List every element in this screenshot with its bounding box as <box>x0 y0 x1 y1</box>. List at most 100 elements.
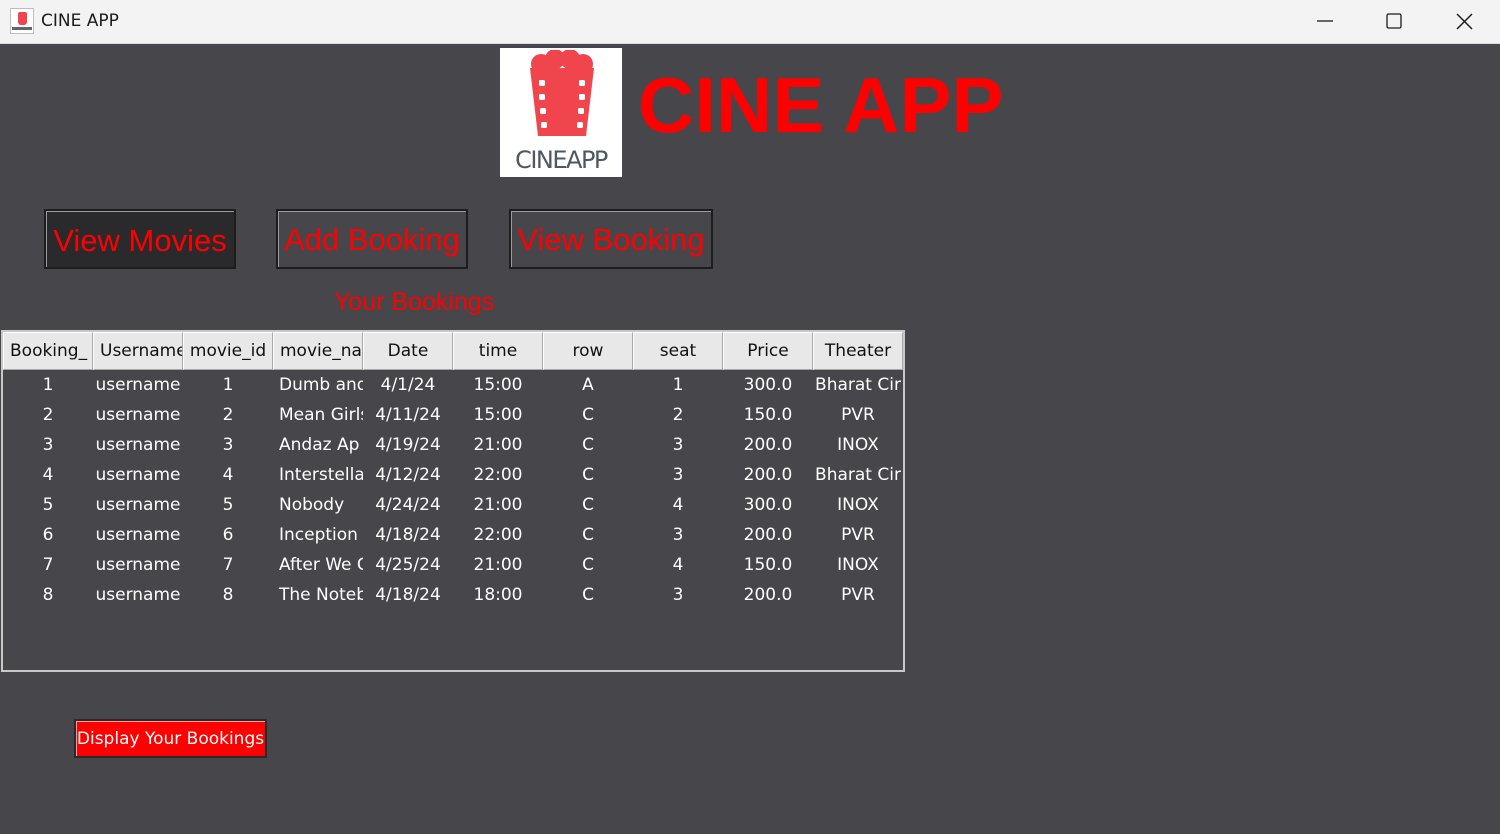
cell-price: 200.0 <box>743 585 793 605</box>
cell-username: username <box>95 525 181 545</box>
column-header-price[interactable]: Price <box>723 332 813 370</box>
cell-price: 150.0 <box>743 405 793 425</box>
close-button[interactable] <box>1430 0 1500 44</box>
cell-movie-name: Interstellar <box>279 465 363 485</box>
column-header-theater[interactable]: Theater <box>813 332 903 370</box>
add-booking-button[interactable]: Add Booking <box>276 209 468 269</box>
minimize-icon <box>1317 20 1333 22</box>
column-header-movie-id[interactable]: movie_id <box>183 332 273 370</box>
table-row[interactable]: 5 username 5 Nobody 4/24/24 21:00 C 4 300.0 INOX <box>3 490 903 520</box>
logo-text: CINEAPP <box>515 146 608 174</box>
table-row[interactable]: 6 username 6 Inception 4/18/24 22:00 C 3 200.0 PV… <box>3 520 903 550</box>
cell-seat: 3 <box>672 525 684 545</box>
cell-seat: 3 <box>672 585 684 605</box>
cell-username: username <box>95 465 181 485</box>
column-header-username[interactable]: Username <box>93 332 183 370</box>
cell-time: 22:00 <box>473 465 523 485</box>
section-title: Your Bookings <box>334 288 495 316</box>
cell-theater: PVR <box>841 525 875 545</box>
cell-movie-name: After We C <box>279 555 363 575</box>
column-header-booking-id[interactable]: Booking_ <box>3 332 93 370</box>
cell-username: username <box>95 495 181 515</box>
cell-row: C <box>582 465 594 485</box>
cell-price: 150.0 <box>743 555 793 575</box>
table-row[interactable]: 2 username 2 Mean Girls 4/11/24 15:00 C 2 150.0 P… <box>3 400 903 430</box>
cell-movie-id: 6 <box>222 525 234 545</box>
cell-time: 21:00 <box>473 555 523 575</box>
cell-booking-id: 7 <box>42 555 54 575</box>
cell-date: 4/12/24 <box>375 465 441 485</box>
cell-row: C <box>582 585 594 605</box>
maximize-button[interactable] <box>1359 0 1429 44</box>
cell-booking-id: 1 <box>42 375 54 395</box>
cell-date: 4/25/24 <box>375 555 441 575</box>
cell-booking-id: 8 <box>42 585 54 605</box>
table-body: 1 username 1 Dumb and 4/1/24 15:00 A 1 300.0 Bhar… <box>3 370 903 610</box>
cell-price: 200.0 <box>743 435 793 455</box>
cell-theater: INOX <box>837 435 879 455</box>
table-row[interactable]: 1 username 1 Dumb and 4/1/24 15:00 A 1 300.0 Bhar… <box>3 370 903 400</box>
cell-time: 15:00 <box>473 375 523 395</box>
cell-seat: 1 <box>672 375 684 395</box>
cell-movie-name: Mean Girls <box>279 405 363 425</box>
cell-movie-name: The Notebook <box>279 585 363 605</box>
cell-username: username <box>95 555 181 575</box>
cell-theater: INOX <box>837 555 879 575</box>
cell-row: C <box>582 495 594 515</box>
cell-price: 300.0 <box>743 375 793 395</box>
display-bookings-button[interactable]: Display Your Bookings <box>74 719 267 758</box>
cell-theater: INOX <box>837 495 879 515</box>
column-header-row[interactable]: row <box>543 332 633 370</box>
column-header-seat[interactable]: seat <box>633 332 723 370</box>
cell-booking-id: 6 <box>42 525 54 545</box>
cell-seat: 3 <box>672 465 684 485</box>
cell-seat: 3 <box>672 435 684 455</box>
column-header-time[interactable]: time <box>453 332 543 370</box>
cell-seat: 4 <box>672 555 684 575</box>
cell-row: C <box>582 555 594 575</box>
bookings-table[interactable]: Booking_ Username movie_id movie_na Date… <box>1 330 905 672</box>
cell-theater: Bharat Cir <box>815 375 901 395</box>
app-icon <box>10 8 34 34</box>
cell-movie-id: 5 <box>222 495 234 515</box>
cell-time: 21:00 <box>473 435 523 455</box>
cell-username: username <box>95 585 181 605</box>
table-row[interactable]: 3 username 3 Andaz Ap 4/19/24 21:00 C 3 200.0 INO… <box>3 430 903 460</box>
column-header-movie-name[interactable]: movie_na <box>273 332 363 370</box>
cell-row: C <box>582 525 594 545</box>
column-header-date[interactable]: Date <box>363 332 453 370</box>
table-row[interactable]: 4 username 4 Interstellar 4/12/24 22:00 C 3 200.… <box>3 460 903 490</box>
cell-booking-id: 4 <box>42 465 54 485</box>
cell-theater: PVR <box>841 405 875 425</box>
cell-price: 200.0 <box>743 525 793 545</box>
cell-date: 4/24/24 <box>375 495 441 515</box>
table-row[interactable]: 7 username 7 After We C 4/25/24 21:00 C 4 150.0 I… <box>3 550 903 580</box>
cell-time: 15:00 <box>473 405 523 425</box>
cell-movie-id: 2 <box>222 405 234 425</box>
view-booking-button[interactable]: View Booking <box>509 209 713 269</box>
cell-time: 22:00 <box>473 525 523 545</box>
maximize-icon <box>1386 13 1402 29</box>
cell-price: 300.0 <box>743 495 793 515</box>
window-title: CINE APP <box>41 11 119 31</box>
view-movies-button[interactable]: View Movies <box>44 209 236 269</box>
view-booking-label: View Booking <box>517 222 705 257</box>
cell-theater: PVR <box>841 585 875 605</box>
cell-date: 4/11/24 <box>375 405 441 425</box>
cell-date: 4/1/24 <box>380 375 436 395</box>
cell-row: A <box>582 375 594 395</box>
cell-movie-id: 7 <box>222 555 234 575</box>
cell-booking-id: 5 <box>42 495 54 515</box>
cell-booking-id: 3 <box>42 435 54 455</box>
view-movies-label: View Movies <box>53 223 227 258</box>
cell-username: username <box>95 405 181 425</box>
popcorn-icon <box>530 50 594 136</box>
cell-movie-name: Andaz Ap <box>279 435 360 455</box>
cell-time: 21:00 <box>473 495 523 515</box>
app-logo: CINEAPP <box>500 48 622 177</box>
table-header: Booking_ Username movie_id movie_na Date… <box>3 332 903 370</box>
cell-seat: 2 <box>672 405 684 425</box>
minimize-button[interactable] <box>1290 0 1360 44</box>
table-row[interactable]: 8 username 8 The Notebook 4/18/24 18:00 C 3 200.… <box>3 580 903 610</box>
cell-date: 4/18/24 <box>375 525 441 545</box>
